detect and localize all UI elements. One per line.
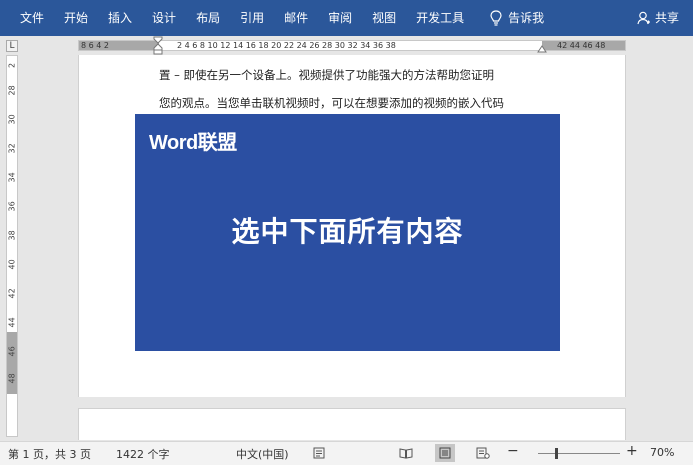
document-page-2[interactable]: [78, 408, 626, 440]
zoom-out-button[interactable]: −: [507, 443, 519, 459]
tab-insert[interactable]: 插入: [98, 0, 142, 36]
tab-developer[interactable]: 开发工具: [406, 0, 474, 36]
vruler-num: 30: [7, 114, 17, 125]
vruler-num: 32: [7, 143, 17, 154]
person-icon: [637, 11, 650, 25]
zoom-slider[interactable]: [538, 453, 620, 454]
zoom-in-button[interactable]: +: [626, 443, 638, 459]
tab-mailings[interactable]: 邮件: [274, 0, 318, 36]
print-layout-button[interactable]: [435, 444, 455, 462]
vertical-ruler-margin: [7, 332, 17, 394]
vruler-num: 28: [7, 85, 17, 96]
right-indent-marker-icon[interactable]: [537, 43, 547, 53]
horizontal-ruler[interactable]: L 8 6 4 2 2 4 6 8 10 12 14 16 18 20 22 2…: [0, 36, 693, 55]
ruler-right-numbers: 42 44 46 48: [557, 41, 606, 50]
ribbon-tabs: 文件 开始 插入 设计 布局 引用 邮件 审阅 视图 开发工具 告诉我 共享: [0, 0, 693, 36]
vruler-num: 36: [7, 201, 17, 212]
tab-references[interactable]: 引用: [230, 0, 274, 36]
text-line-2[interactable]: 您的观点。当您单击联机视频时，可以在想要添加的视频的嵌入代码: [159, 95, 504, 111]
vruler-num: 46: [7, 346, 17, 357]
tab-view[interactable]: 视图: [362, 0, 406, 36]
indent-marker-icon[interactable]: [153, 36, 163, 55]
macro-record-button[interactable]: [309, 444, 329, 462]
tab-design[interactable]: 设计: [142, 0, 186, 36]
vruler-num: 38: [7, 230, 17, 241]
read-mode-button[interactable]: [396, 444, 416, 462]
embedded-video[interactable]: Word联盟 选中下面所有内容: [135, 114, 560, 351]
vruler-num: 40: [7, 259, 17, 270]
lightbulb-icon: [490, 10, 502, 26]
language[interactable]: 中文(中国): [236, 446, 289, 462]
web-layout-button[interactable]: [473, 444, 493, 462]
vruler-num: 42: [7, 288, 17, 299]
tab-selector-button[interactable]: L: [6, 40, 18, 52]
vruler-num: 48: [7, 373, 17, 384]
ruler-left-numbers: 8 6 4 2: [81, 41, 109, 50]
vruler-num: 34: [7, 172, 17, 183]
word-count[interactable]: 1422 个字: [116, 446, 170, 462]
tab-home[interactable]: 开始: [54, 0, 98, 36]
zoom-slider-thumb[interactable]: [555, 448, 558, 459]
tab-layout[interactable]: 布局: [186, 0, 230, 36]
tab-file[interactable]: 文件: [0, 0, 54, 36]
share-label: 共享: [654, 11, 679, 25]
vruler-num: 2: [7, 62, 17, 69]
tell-me-label: 告诉我: [508, 11, 545, 25]
document-page[interactable]: 置 – 即使在另一个设备上。视频提供了功能强大的方法帮助您证明 您的观点。当您单…: [78, 55, 626, 397]
vertical-ruler[interactable]: 2 28 30 32 34 36 38 40 42 44 46 48: [6, 55, 18, 437]
web-layout-icon: [476, 447, 490, 459]
text-line-1[interactable]: 置 – 即使在另一个设备上。视频提供了功能强大的方法帮助您证明: [159, 67, 494, 83]
share-button[interactable]: 共享: [627, 0, 693, 36]
status-bar: 第 1 页，共 3 页 1422 个字 中文(中国) − + 70%: [0, 441, 693, 465]
macro-icon: [313, 447, 325, 459]
page-count[interactable]: 第 1 页，共 3 页: [8, 446, 91, 462]
ruler-main-numbers: 2 4 6 8 10 12 14 16 18 20 22 24 26 28 30…: [177, 41, 396, 50]
page-layout-icon: [439, 447, 451, 459]
book-icon: [399, 448, 413, 459]
zoom-level[interactable]: 70%: [650, 446, 674, 459]
tab-review[interactable]: 审阅: [318, 0, 362, 36]
tell-me-button[interactable]: 告诉我: [474, 0, 554, 36]
vruler-num: 44: [7, 317, 17, 328]
brand-logo: Word联盟: [149, 132, 237, 154]
video-caption: 选中下面所有内容: [231, 215, 464, 248]
